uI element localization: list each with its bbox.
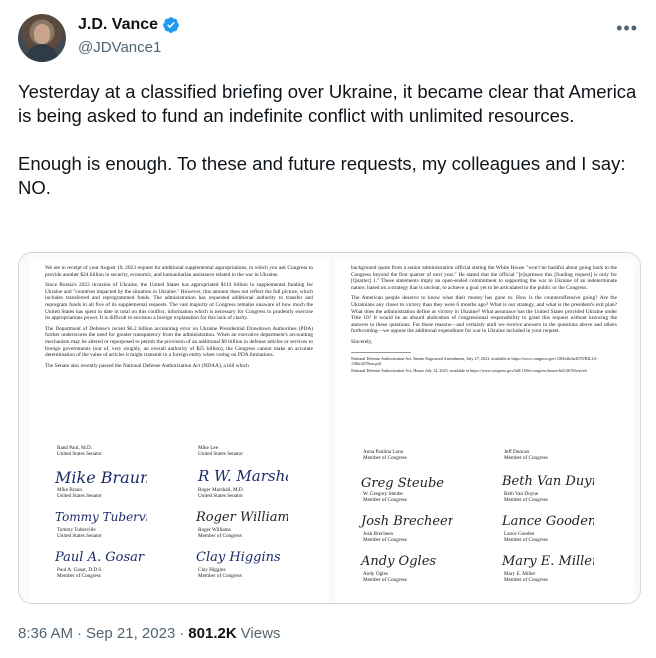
svg-text:Mike Braun: Mike Braun — [54, 468, 147, 487]
meta-separator: · — [77, 625, 83, 642]
signature-image: Josh Brecheen — [358, 514, 453, 529]
letter-page-left: We are in receipt of your August 10, 202… — [29, 259, 329, 603]
signature-image: Tommy Tuberville — [55, 510, 147, 524]
avatar[interactable] — [18, 14, 66, 62]
author-handle[interactable]: @JDVance1 — [78, 39, 161, 56]
signer-title: Member of Congress — [363, 497, 407, 503]
tweet-header: J.D. Vance @JDVance1 ••• — [18, 14, 638, 64]
svg-text:Josh Brecheen: Josh Brecheen — [358, 514, 453, 529]
signer-title: United States Senator — [57, 533, 102, 539]
signer-title: United States Senator — [57, 451, 102, 457]
signer-title: Member of Congress — [363, 455, 407, 461]
svg-text:Lance Gooden: Lance Gooden — [501, 514, 594, 529]
views-count[interactable]: 801.2K — [188, 625, 236, 642]
signer: Rand Paul, M.D. United States Senator — [45, 445, 174, 461]
signer: Anna Paulina Luna Member of Congress — [351, 449, 480, 465]
svg-text:Clay Higgins: Clay Higgins — [196, 550, 281, 565]
signature-image: Lance Gooden — [501, 514, 594, 529]
views-label: Views — [240, 625, 281, 642]
author-name[interactable]: J.D. Vance — [78, 16, 158, 34]
signature-image: Greg Steube — [361, 476, 444, 491]
signer-title: Member of Congress — [57, 573, 101, 579]
svg-text:Andy Ogles: Andy Ogles — [360, 554, 436, 569]
tweet-media-image[interactable]: We are in receipt of your August 10, 202… — [18, 252, 641, 604]
footnote: National Defense Authorization Act, Sena… — [351, 355, 598, 366]
signature-image: Mike Braun — [54, 468, 147, 487]
signer: Greg Steube W. Gregory Steube Member of … — [351, 465, 480, 505]
signer: Josh Brecheen Josh Brecheen Member of Co… — [351, 505, 480, 545]
signer: Andy Ogles Andy Ogles Member of Congress — [351, 545, 480, 585]
signer: Jeff Duncan Member of Congress — [492, 449, 621, 465]
signer: Paul A. Gosar Paul A. Gosar, D.D.S. Memb… — [45, 541, 174, 581]
signature-image: Roger Williams — [195, 510, 288, 525]
signer: Mary E. Miller Mary E. Miller Member of … — [492, 545, 621, 585]
signer-title: Member of Congress — [198, 573, 242, 579]
more-icon[interactable]: ••• — [616, 18, 638, 39]
letter-paragraph: The Department of Defense's recent $6.2 … — [45, 325, 313, 359]
signer: Tommy Tuberville Tommy Tuberville United… — [45, 501, 174, 541]
signer-title: United States Senator — [198, 451, 243, 457]
signer-title: Member of Congress — [504, 497, 548, 503]
letter-paragraph: Since Russia's 2022 invasion of Ukraine,… — [45, 282, 313, 322]
signer-title: Member of Congress — [363, 537, 407, 543]
tweet-time[interactable]: 8:36 AM — [18, 625, 73, 642]
signature-image: Paul A. Gosar — [54, 550, 145, 565]
signer-title: Member of Congress — [363, 577, 407, 583]
svg-text:Roger Williams: Roger Williams — [195, 510, 288, 525]
footnote-rule — [351, 351, 411, 353]
signer-title: United States Senator — [198, 493, 243, 499]
signer: Mike Lee United States Senator — [186, 445, 315, 461]
signature-image: R W. Marshall — [197, 467, 288, 485]
signer-title: United States Senator — [57, 493, 102, 499]
signature-image: Beth Van Duyne — [501, 474, 594, 489]
signer: R W. Marshall Roger Marshall, M.D. Unite… — [186, 461, 315, 501]
signature-image: Clay Higgins — [196, 550, 281, 565]
letter-paragraph: We are in receipt of your August 10, 202… — [45, 265, 313, 278]
signer-title: Member of Congress — [504, 537, 548, 543]
letter-paragraph: The American people deserve to know what… — [351, 295, 617, 335]
letter-paragraph: The Senate also recently passed the Nati… — [45, 362, 249, 369]
signer: Lance Gooden Lance Gooden Member of Cong… — [492, 505, 621, 545]
footnote: National Defense Authorization Act, Hous… — [351, 367, 587, 373]
signature-image: Andy Ogles — [360, 554, 436, 569]
signature-block-left: Rand Paul, M.D. United States Senator Mi… — [45, 445, 315, 581]
svg-text:Mary E. Miller: Mary E. Miller — [501, 554, 594, 569]
signer: Clay Higgins Clay Higgins Member of Cong… — [186, 541, 315, 581]
signer-title: Member of Congress — [198, 533, 242, 539]
signer-title: Member of Congress — [504, 577, 548, 583]
tweet-date[interactable]: Sep 21, 2023 — [86, 625, 175, 642]
author-name-row[interactable]: J.D. Vance — [78, 16, 180, 34]
signature-image: Mary E. Miller — [501, 554, 594, 569]
tweet-text: Yesterday at a classified briefing over … — [18, 81, 637, 198]
verified-badge-icon — [163, 17, 179, 33]
signer: Beth Van Duyne Beth Van Duyne Member of … — [492, 465, 621, 505]
meta-separator: · — [179, 625, 185, 642]
signature-block-right: Anna Paulina Luna Member of Congress Jef… — [351, 449, 621, 585]
svg-text:Paul A. Gosar: Paul A. Gosar — [54, 550, 145, 565]
letter-paragraph: background quote from a senior administr… — [351, 265, 617, 291]
svg-text:R W. Marshall: R W. Marshall — [197, 467, 288, 485]
signer: Roger Williams Roger Williams Member of … — [186, 501, 315, 541]
svg-text:Beth Van Duyne: Beth Van Duyne — [501, 474, 594, 489]
letter-page-right: background quote from a senior administr… — [335, 259, 633, 603]
tweet-meta: 8:36 AM · Sep 21, 2023 · 801.2K Views — [18, 625, 280, 642]
signer: Mike Braun Mike Braun United States Sena… — [45, 461, 174, 501]
svg-text:Greg Steube: Greg Steube — [361, 476, 444, 491]
letter-paragraph: Sincerely, — [351, 338, 373, 345]
svg-text:Tommy Tuberville: Tommy Tuberville — [55, 510, 147, 524]
signer-title: Member of Congress — [504, 455, 548, 461]
